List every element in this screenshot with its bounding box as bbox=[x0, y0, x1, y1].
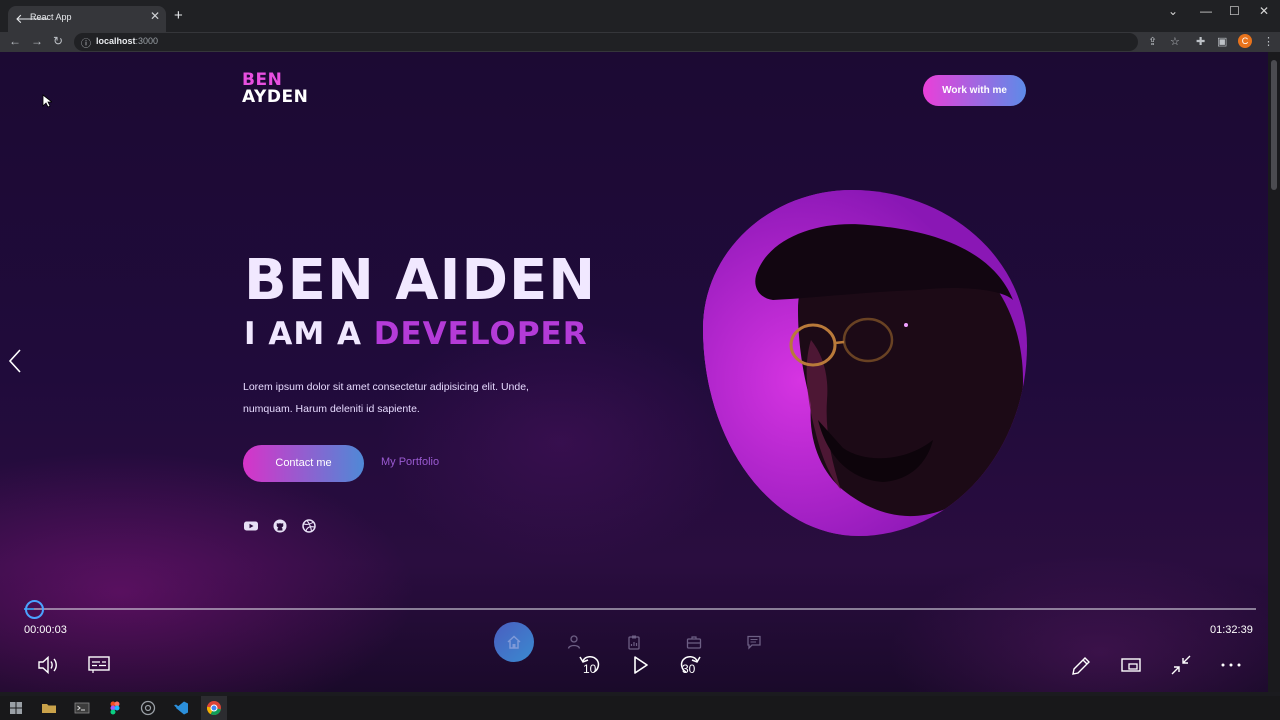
url-input[interactable]: ⓘ localhost:3000 bbox=[74, 33, 1138, 51]
os-taskbar bbox=[0, 696, 1280, 720]
logo-last-name: AYDEN bbox=[242, 87, 309, 107]
bookmark-star-icon[interactable]: ☆ bbox=[1170, 35, 1180, 48]
tab-search-icon[interactable]: ⌄ bbox=[1168, 4, 1178, 18]
figma-icon[interactable] bbox=[107, 700, 123, 716]
forward-icon[interactable]: → bbox=[31, 34, 43, 48]
exit-fullscreen-icon[interactable] bbox=[1170, 654, 1192, 676]
total-duration: 01:32:39 bbox=[1210, 624, 1253, 636]
menu-kebab-icon[interactable]: ⋮ bbox=[1263, 35, 1274, 48]
home-icon[interactable] bbox=[506, 634, 522, 650]
seek-bar-handle[interactable] bbox=[25, 600, 44, 619]
previous-chevron-icon[interactable] bbox=[6, 348, 24, 374]
edit-pencil-icon[interactable] bbox=[1070, 655, 1092, 677]
work-with-me-button[interactable]: Work with me bbox=[923, 75, 1026, 106]
vscode-icon[interactable] bbox=[173, 700, 189, 716]
hero-subtitle: I AM A DEVELOPER bbox=[244, 314, 588, 354]
url-text: localhost:3000 bbox=[96, 36, 158, 46]
user-icon[interactable] bbox=[566, 634, 582, 650]
terminal-icon[interactable] bbox=[74, 700, 90, 716]
contact-me-button[interactable]: Contact me bbox=[243, 445, 364, 482]
play-icon[interactable] bbox=[632, 655, 650, 675]
windows-start-icon[interactable] bbox=[8, 700, 24, 716]
profile-avatar[interactable]: C bbox=[1238, 34, 1252, 48]
profile-portrait-image bbox=[703, 190, 1027, 536]
chrome-icon[interactable] bbox=[206, 700, 222, 716]
extensions-icon[interactable]: ✚ bbox=[1196, 35, 1205, 48]
address-bar: ← → ↻ ⓘ localhost:3000 ⇪ ☆ ✚ ▣ C ⋮ bbox=[0, 32, 1280, 52]
site-info-icon[interactable]: ⓘ bbox=[81, 35, 91, 50]
dribbble-icon[interactable] bbox=[301, 518, 317, 534]
forward-seconds-label: 30 bbox=[682, 662, 696, 676]
rewind-seconds-label: 10 bbox=[583, 662, 597, 676]
hero-description: Lorem ipsum dolor sit amet consectetur a… bbox=[243, 381, 529, 415]
mouse-cursor-icon bbox=[42, 94, 52, 108]
seek-bar-track[interactable] bbox=[24, 608, 1256, 610]
new-tab-icon[interactable]: + bbox=[174, 7, 183, 24]
reload-icon[interactable]: ↻ bbox=[53, 34, 63, 48]
chromium-app-icon[interactable] bbox=[140, 700, 156, 716]
url-host: localhost bbox=[96, 36, 136, 46]
mini-player-icon[interactable] bbox=[1120, 656, 1142, 674]
hero-role-prefix: I AM A bbox=[244, 316, 374, 352]
minimize-icon[interactable]: — bbox=[1200, 4, 1212, 18]
browser-tab-strip: 🡐 React App ✕ + ⌄ — ☐ ✕ bbox=[0, 0, 1280, 32]
message-icon[interactable] bbox=[746, 634, 762, 650]
url-port: :3000 bbox=[135, 36, 159, 46]
hero-role-highlight: DEVELOPER bbox=[373, 316, 588, 352]
my-portfolio-link[interactable]: My Portfolio bbox=[381, 456, 439, 468]
volume-icon[interactable] bbox=[37, 655, 61, 675]
youtube-icon[interactable] bbox=[243, 518, 259, 534]
github-icon[interactable] bbox=[272, 518, 288, 534]
share-icon[interactable]: ⇪ bbox=[1148, 35, 1157, 48]
tab-title: React App bbox=[30, 12, 72, 22]
more-options-icon[interactable] bbox=[1220, 662, 1242, 668]
browser-tab[interactable]: 🡐 React App ✕ bbox=[8, 6, 166, 32]
webpage-viewport: BEN AYDEN Work with me BEN AIDEN I AM A … bbox=[0, 52, 1268, 692]
briefcase-icon[interactable] bbox=[686, 634, 702, 650]
subtitles-icon[interactable] bbox=[88, 656, 110, 674]
site-logo[interactable]: BEN AYDEN bbox=[242, 72, 308, 106]
side-panel-icon[interactable]: ▣ bbox=[1217, 35, 1227, 48]
scrollbar-thumb[interactable] bbox=[1271, 60, 1277, 190]
close-window-icon[interactable]: ✕ bbox=[1259, 4, 1269, 18]
clipboard-icon[interactable] bbox=[626, 634, 642, 650]
page-scrollbar[interactable] bbox=[1268, 52, 1280, 692]
elapsed-time: 00:00:03 bbox=[24, 624, 67, 636]
close-tab-icon[interactable]: ✕ bbox=[150, 9, 160, 23]
hero-title: BEN AIDEN bbox=[244, 248, 597, 313]
maximize-icon[interactable]: ☐ bbox=[1229, 4, 1240, 18]
file-explorer-icon[interactable] bbox=[41, 700, 57, 716]
back-icon[interactable]: ← bbox=[9, 34, 21, 48]
